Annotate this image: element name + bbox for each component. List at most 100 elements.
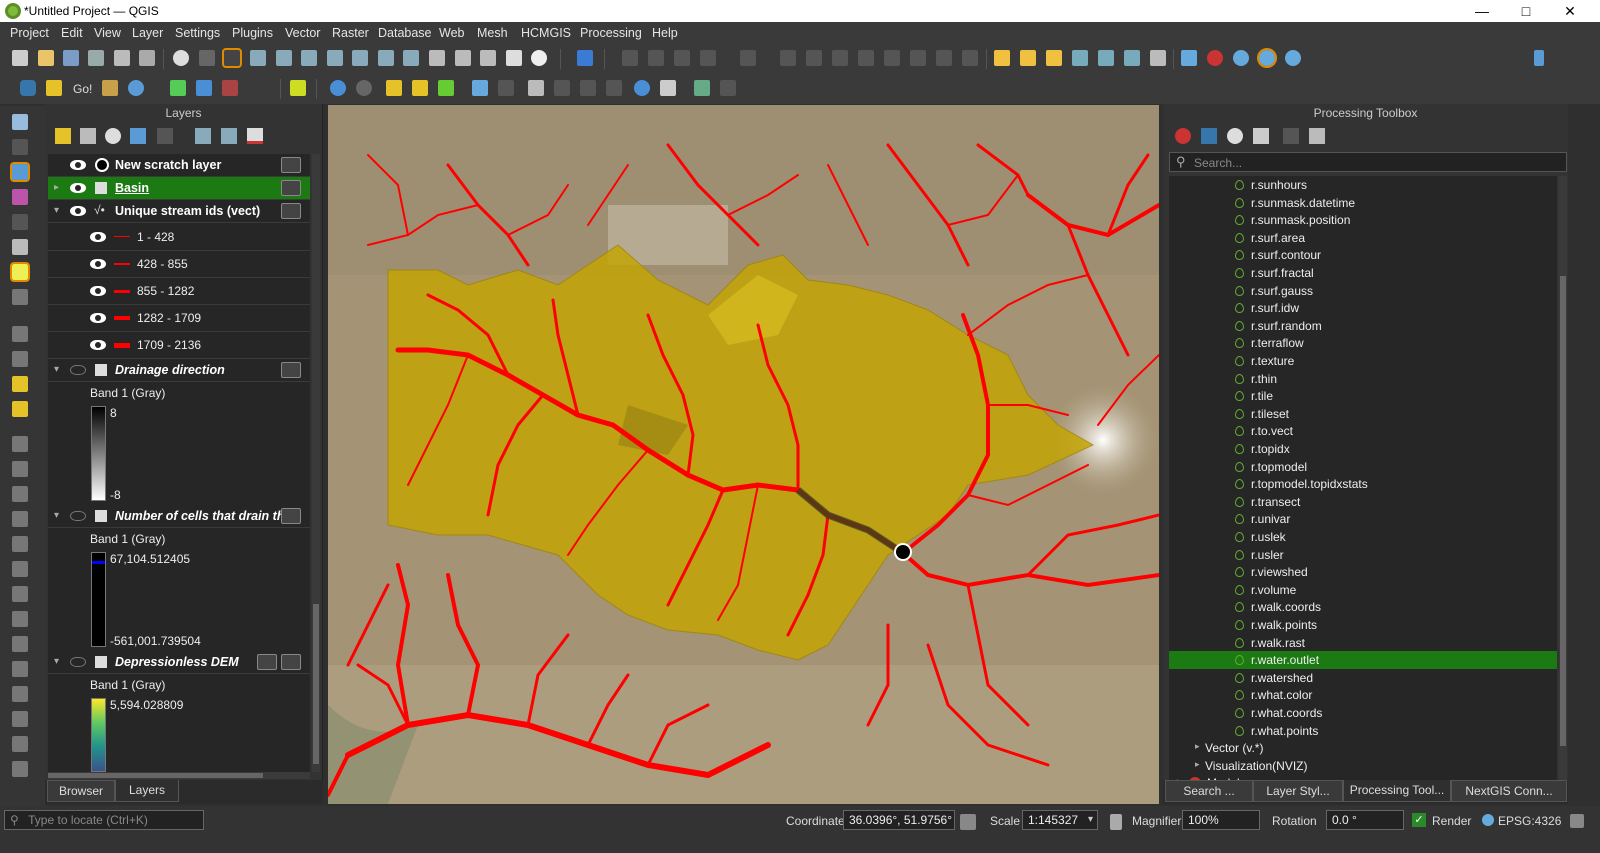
shape-tool-icon[interactable] [528,80,544,96]
outlet-point[interactable] [894,543,912,561]
eye-icon[interactable] [90,232,106,242]
layer-row-streams[interactable]: ▾ √• Unique stream ids (vect) [48,200,310,223]
algorithm-item[interactable]: r.walk.points [1169,616,1557,634]
algorithm-item[interactable]: r.texture [1169,352,1557,370]
algorithm-item[interactable]: r.viewshed [1169,563,1557,581]
messages-icon[interactable] [1570,814,1584,828]
results-viewer-icon[interactable] [1253,128,1269,144]
algorithm-item[interactable]: r.walk.rast [1169,634,1557,652]
indicator-icon[interactable] [281,203,301,219]
red-tool-icon[interactable] [222,80,238,96]
add-layer-icon[interactable] [386,80,402,96]
zoom-last-icon[interactable] [378,50,394,66]
rotation-field[interactable]: 0.0 ° [1326,810,1404,830]
add-xyz-icon[interactable] [12,561,28,577]
collapse-arrow-icon[interactable]: ▾ [54,364,59,375]
tab-nextgis[interactable]: NextGIS Conn... [1451,780,1567,802]
algorithm-item[interactable]: r.surf.gauss [1169,282,1557,300]
pan-icon[interactable] [173,50,189,66]
globe-icon[interactable] [1233,50,1249,66]
menu-help[interactable]: Help [652,26,678,40]
temporal-controller-icon[interactable] [480,50,496,66]
pan-to-selection-icon[interactable] [199,50,215,66]
vertex-tool-icon[interactable] [740,50,756,66]
add-raster-icon[interactable] [12,326,28,342]
save-as-icon[interactable] [88,50,104,66]
menu-processing[interactable]: Processing [580,26,642,40]
algorithm-item[interactable]: r.what.color [1169,686,1557,704]
scale-field[interactable]: 1:145327 [1022,810,1098,830]
processing-icon[interactable] [577,50,593,66]
algorithm-item[interactable]: r.uslek [1169,528,1557,546]
map-tips-icon[interactable] [1181,50,1197,66]
settings-tool-icon[interactable] [12,289,28,305]
eye-icon[interactable] [70,160,86,170]
menu-settings[interactable]: Settings [175,26,220,40]
layer-row-scratch[interactable]: New scratch layer [48,154,310,177]
layer-tool-icon[interactable] [12,214,28,230]
toggle-extent-icon[interactable] [960,814,976,830]
search-tool-icon[interactable] [12,114,28,130]
lock-icon[interactable] [1110,814,1122,830]
show-bookmarks-icon[interactable] [506,50,522,66]
zoom-full-icon[interactable] [276,50,292,66]
copy-feature-icon[interactable] [858,50,874,66]
menu-database[interactable]: Database [378,26,432,40]
class-row[interactable]: 855 - 1282 [48,278,310,305]
expand-arrow-icon[interactable]: ▸ [1195,741,1200,752]
add-wfs-icon[interactable] [12,511,28,527]
toolbox-scrollbar[interactable] [1559,176,1567,780]
algorithm-item[interactable]: r.what.points [1169,722,1557,740]
collapse-arrow-icon[interactable]: ▾ [54,510,59,521]
menu-web[interactable]: Web [439,26,464,40]
tab-processing-toolbox[interactable]: Processing Tool... [1343,780,1451,802]
scale-dropdown-icon[interactable]: ▾ [1088,814,1093,825]
filter-expression-icon[interactable] [157,128,173,144]
menu-hcmgis[interactable]: HCMGIS [521,26,571,40]
algorithm-item[interactable]: r.usler [1169,546,1557,564]
open-project-icon[interactable] [38,50,54,66]
add-wcs-icon[interactable] [12,536,28,552]
identify-tool-icon[interactable] [12,139,28,155]
cloud-download-icon[interactable] [356,80,372,96]
eye-icon[interactable] [90,259,106,269]
group-item[interactable]: ▸ Vector (v.*) [1169,739,1557,757]
indicator-icon[interactable] [281,180,301,196]
menu-layer[interactable]: Layer [132,26,163,40]
algorithm-item[interactable]: r.watershed [1169,669,1557,687]
deselect-icon[interactable] [1072,50,1088,66]
class-row[interactable]: 428 - 855 [48,251,310,278]
add-group-icon[interactable] [80,128,96,144]
save-project-icon[interactable] [63,50,79,66]
algorithm-item[interactable]: r.surf.fractal [1169,264,1557,282]
menu-mesh[interactable]: Mesh [477,26,508,40]
indicator-icon[interactable] [281,362,301,378]
browser-globe-icon[interactable] [1285,50,1301,66]
dots-tool-icon[interactable] [554,80,570,96]
add-pc-icon[interactable] [12,611,28,627]
save-edits-icon[interactable] [674,50,690,66]
refresh-icon[interactable] [128,80,144,96]
collapse-arrow-icon[interactable]: ▾ [54,205,59,216]
filter-legend-icon[interactable] [130,128,146,144]
algorithm-item[interactable]: r.univar [1169,510,1557,528]
statistics-icon[interactable] [1150,50,1166,66]
menu-vector[interactable]: Vector [285,26,320,40]
network-icon[interactable] [196,80,212,96]
crs-label[interactable]: EPSG:4326 [1498,814,1561,828]
menu-plugins[interactable]: Plugins [232,26,273,40]
add-db2-icon[interactable] [12,736,28,752]
print-layout-icon[interactable] [114,50,130,66]
layer-row-cells[interactable]: ▾ Number of cells that drain thr [48,505,310,528]
collapse-all-icon[interactable] [221,128,237,144]
edit-features-icon[interactable] [1283,128,1299,144]
class-row[interactable]: 1282 - 1709 [48,305,310,332]
eye-icon[interactable] [90,286,106,296]
edit-icon[interactable] [622,50,638,66]
select-features-icon[interactable] [1020,50,1036,66]
layout-manager-icon[interactable] [139,50,155,66]
algorithm-item[interactable]: r.transect [1169,493,1557,511]
add-vt-icon[interactable] [12,586,28,602]
add-layer2-icon[interactable] [412,80,428,96]
plugin-tool-icon[interactable] [694,80,710,96]
